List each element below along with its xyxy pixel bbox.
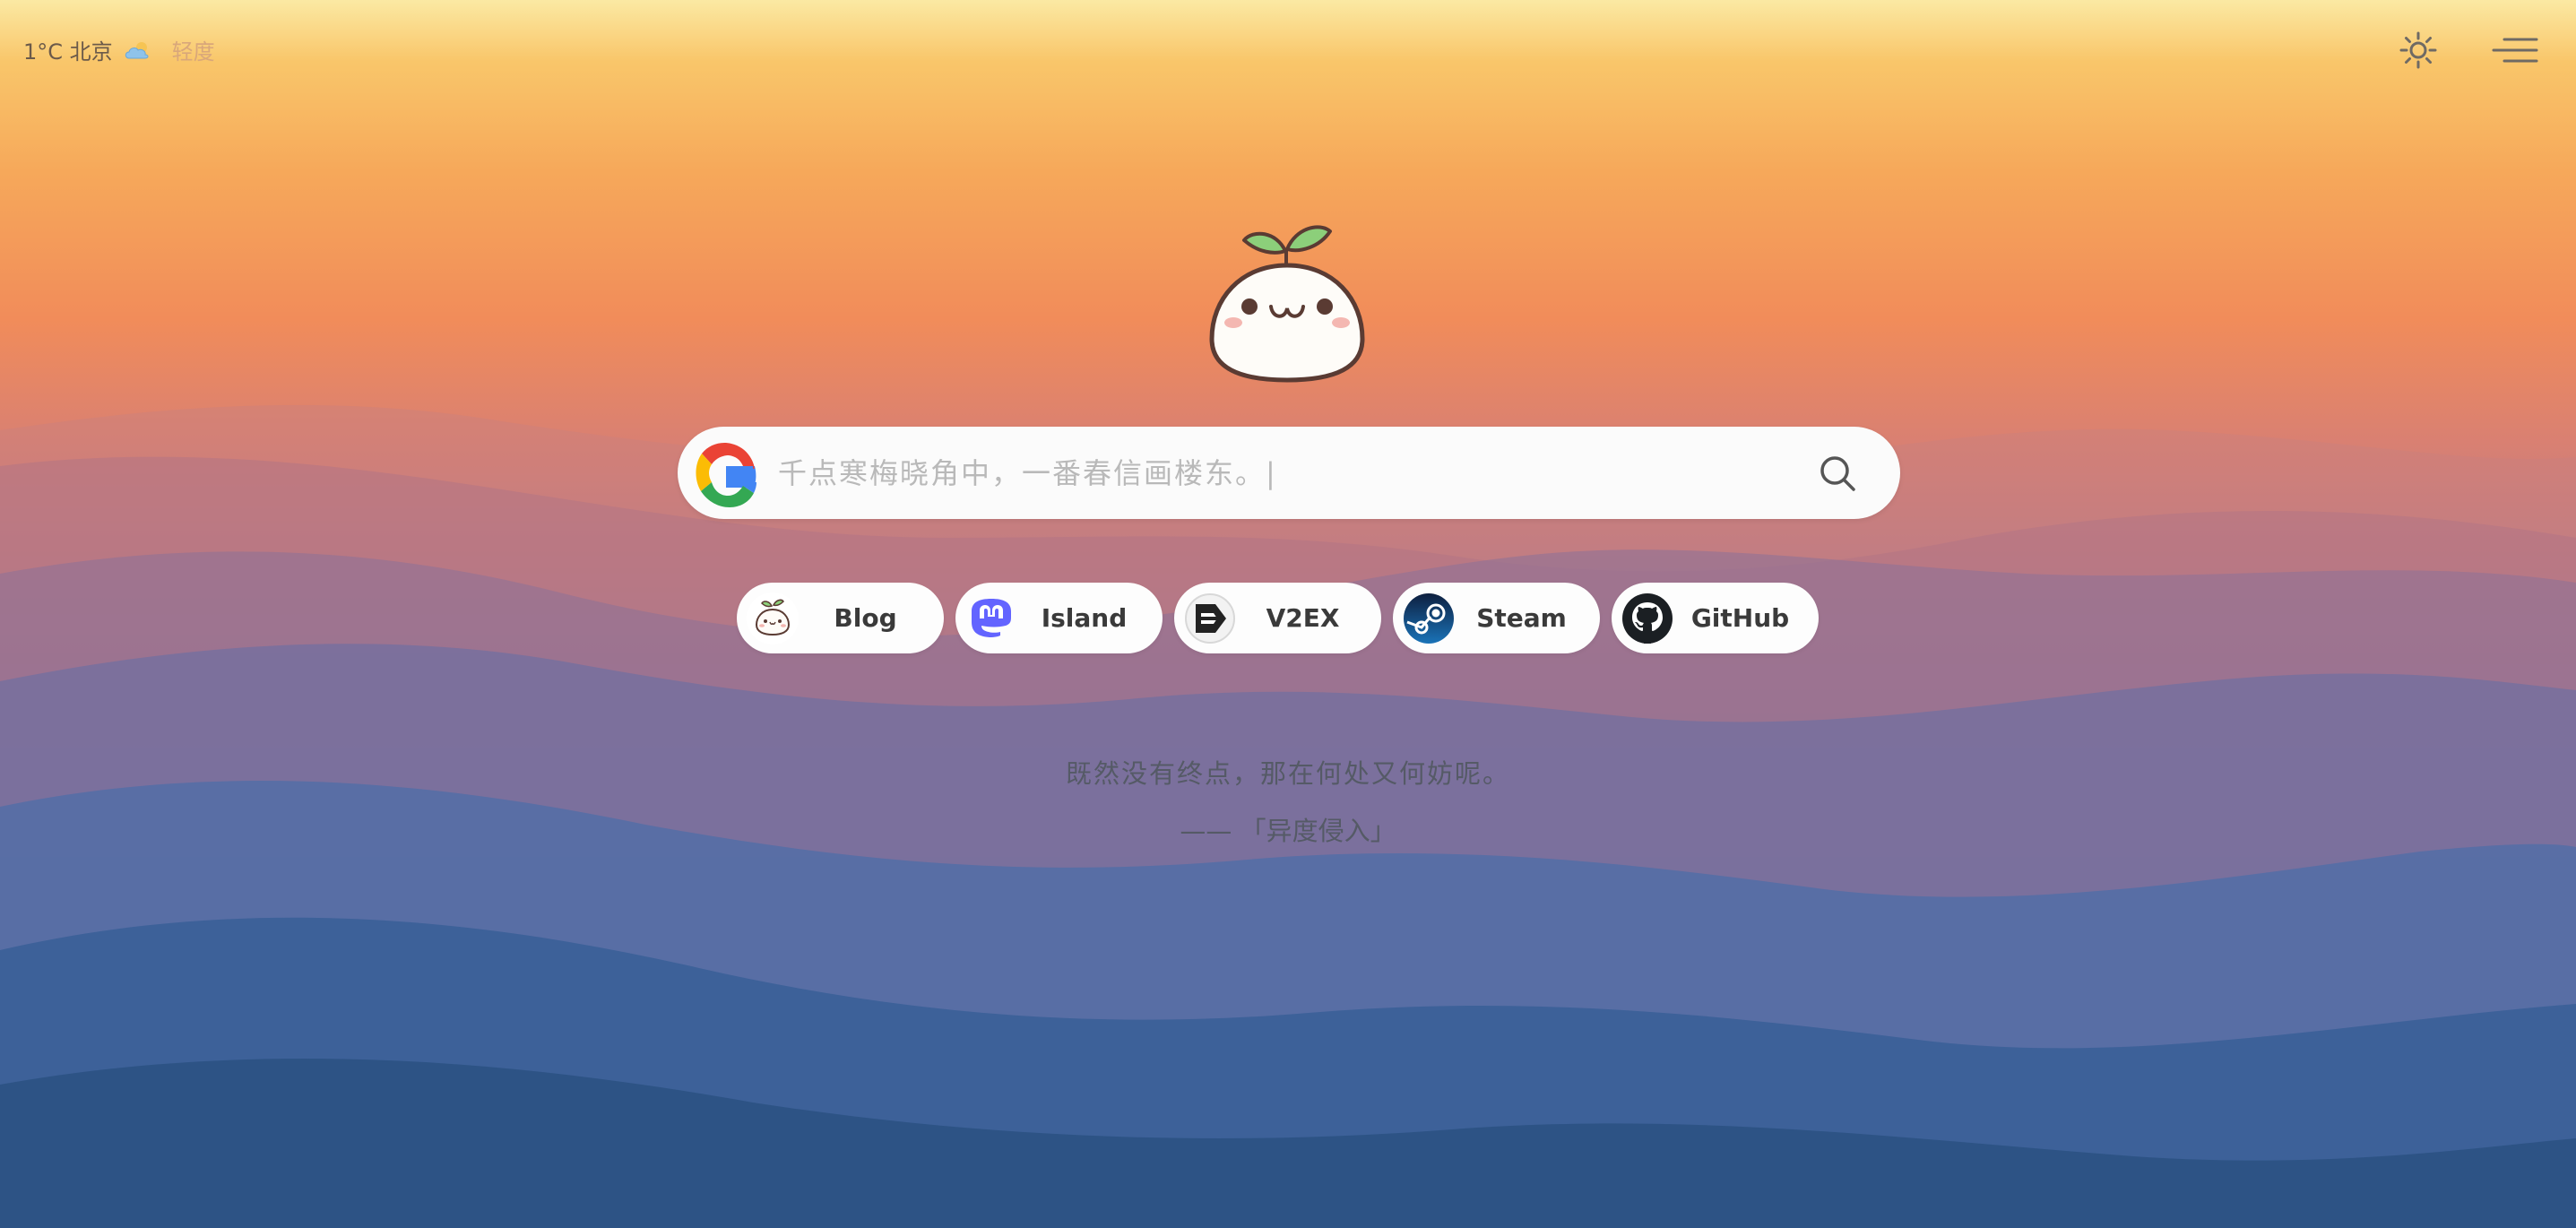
link-github[interactable]: GitHub <box>1612 583 1819 653</box>
link-steam[interactable]: Steam <box>1393 583 1600 653</box>
shortcut-links: Blog Island V2EX Steam GitHub <box>737 583 1819 653</box>
search-button[interactable] <box>1811 446 1864 500</box>
search-bar <box>678 427 1900 519</box>
link-label: V2EX <box>1266 603 1340 633</box>
link-v2ex[interactable]: V2EX <box>1174 583 1381 653</box>
link-label: GitHub <box>1690 603 1790 633</box>
site-logo <box>1199 213 1375 387</box>
sprout-mascot-logo <box>1209 225 1365 383</box>
quote-block: 既然没有终点，那在何处又何妨呢。 —— 「异度侵入」 <box>0 753 2576 848</box>
github-icon <box>1622 592 1673 644</box>
steam-icon <box>1404 592 1454 644</box>
quote-text: 既然没有终点，那在何处又何妨呢。 <box>1065 758 1510 789</box>
search-engine-name[interactable]: 轻度 <box>172 34 215 65</box>
mastodon-icon <box>972 598 1011 637</box>
link-label: Blog <box>834 603 897 633</box>
weather-widget: 1°C 北京 轻度 <box>23 34 215 65</box>
quote-source: —— 「异度侵入」 <box>1180 816 1396 846</box>
cloud-icon <box>122 39 152 61</box>
weather-text: 1°C 北京 <box>23 39 113 65</box>
link-island[interactable]: Island <box>955 583 1163 653</box>
theme-toggle-button[interactable] <box>2395 30 2442 70</box>
link-label: Steam <box>1476 603 1567 633</box>
search-icon <box>1820 455 1855 491</box>
menu-button[interactable] <box>2492 30 2538 70</box>
google-logo[interactable] <box>688 436 764 511</box>
link-blog[interactable]: Blog <box>737 583 944 653</box>
search-input[interactable] <box>764 437 1811 509</box>
link-label: Island <box>1041 603 1128 633</box>
sun-icon <box>2399 31 2437 69</box>
mascot-icon <box>747 592 799 644</box>
menu-icon <box>2492 38 2538 63</box>
v2ex-icon <box>1185 592 1235 644</box>
